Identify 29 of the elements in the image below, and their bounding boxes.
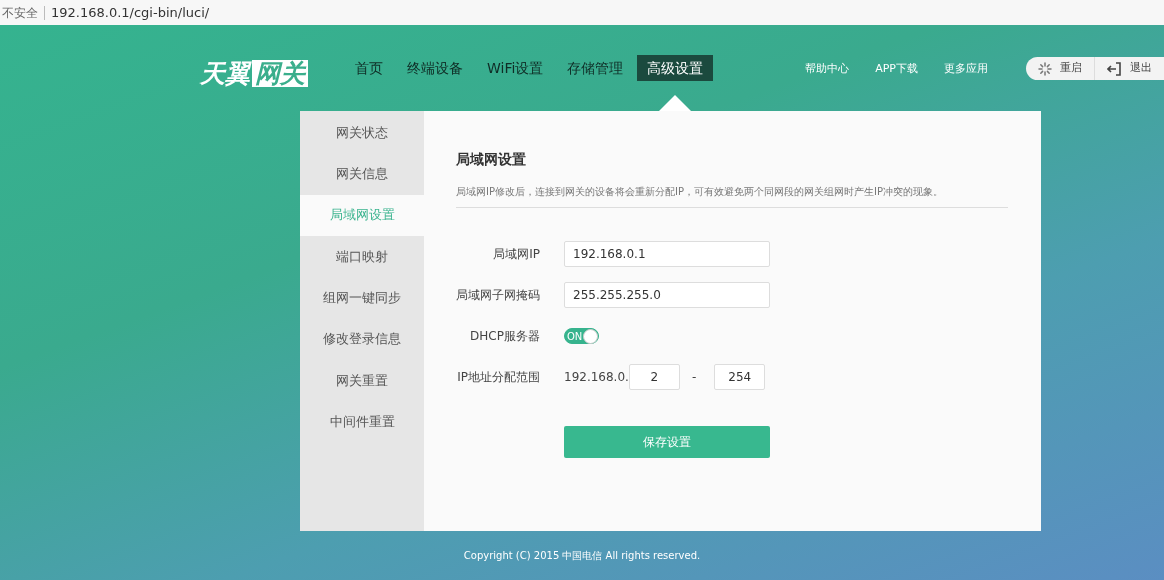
input-field[interactable]: 192.168.0.1 <box>564 241 770 267</box>
field-label: DHCP服务器 <box>469 328 540 345</box>
section-title: 局域网设置 <box>456 150 527 169</box>
security-label: 不安全 <box>2 4 38 22</box>
copyright-text: Copyright (C) 2015 中国电信 All rights reserved. <box>463 549 701 563</box>
sidebar-item[interactable]: 修改登录信息 <box>300 318 424 360</box>
logout-button[interactable]: 退出 <box>1094 57 1164 80</box>
field-label: 局域网子网掩码 <box>456 287 540 304</box>
ip-prefix: 192.168.0. <box>564 369 629 386</box>
field-label: IP地址分配范围 <box>456 369 540 386</box>
range-separator: - <box>691 369 697 386</box>
input-field[interactable]: 2 <box>628 364 680 390</box>
restart-button[interactable]: 重启 <box>1026 57 1094 80</box>
address-bar[interactable]: 192.168.0.1/cgi-bin/luci/ <box>51 2 210 23</box>
field-label: 局域网IP <box>492 246 540 263</box>
sidebar-item[interactable]: 网关信息 <box>300 153 424 195</box>
logo: 天翼 网关 <box>200 55 345 93</box>
input-field[interactable]: 254 <box>714 364 766 390</box>
nav-tab[interactable]: 存储管理 <box>557 55 634 81</box>
sidebar-item[interactable]: 中间件重置 <box>300 401 424 443</box>
section-description: 局域网IP修改后，连接到网关的设备将会重新分配IP，可有效避免两个同网段的网关组网时产生IP冲突的现象。 <box>456 184 1008 208</box>
sidebar-item[interactable]: 网关状态 <box>300 112 424 154</box>
sidebar-item[interactable]: 组网一键同步 <box>300 277 424 319</box>
nav-tab[interactable]: 终端设备 <box>397 55 473 81</box>
sidebar-item[interactable]: 网关重置 <box>300 359 424 402</box>
sidebar-item[interactable]: 端口映射 <box>300 235 424 278</box>
nav-tab[interactable]: WiFi设置 <box>477 55 554 81</box>
nav-tab[interactable]: 首页 <box>345 55 393 81</box>
input-field[interactable]: 255.255.255.0 <box>564 282 770 308</box>
